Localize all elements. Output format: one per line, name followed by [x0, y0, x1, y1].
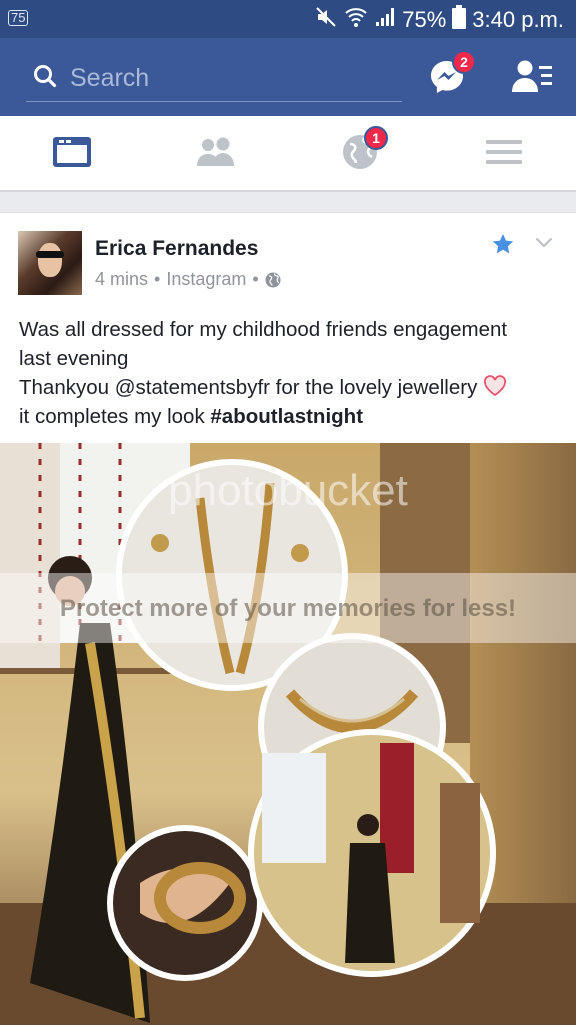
- post-text-line: it completes my look #aboutlastnight: [19, 402, 564, 431]
- heart-icon: [484, 375, 507, 397]
- notifications-badge: 1: [364, 126, 388, 150]
- clock: 3:40 p.m.: [472, 7, 564, 32]
- status-icons: 75% 3:40 p.m.: [314, 5, 564, 35]
- tab-notifications[interactable]: 1: [342, 126, 388, 174]
- post-text-line: last evening: [19, 347, 129, 370]
- photo-collage: photobucket Protect more of your memorie…: [0, 443, 576, 1025]
- star-icon[interactable]: [492, 233, 514, 255]
- meta-separator: •: [154, 269, 161, 289]
- tab-bar: 1: [0, 116, 576, 192]
- post-time[interactable]: 4 mins: [95, 269, 148, 290]
- avatar[interactable]: [18, 231, 82, 295]
- post-text-line: Thankyou @statementsbyfr for the lovely …: [19, 373, 564, 402]
- photobucket-banner: Protect more of your memories for less!: [60, 595, 516, 622]
- carrier-indicator: 75: [8, 10, 29, 26]
- meta-separator: •: [252, 269, 259, 289]
- messenger-button[interactable]: 2: [428, 50, 476, 96]
- post-body: Was all dressed for my childhood friends…: [19, 315, 564, 431]
- feed-post: Erica Fernandes 4 mins • Instagram • Was…: [0, 212, 576, 1025]
- top-bar: Search 2: [0, 38, 576, 116]
- battery-percent: 75%: [402, 7, 447, 32]
- tab-more-menu[interactable]: [486, 134, 522, 174]
- news-feed-icon: [53, 137, 91, 167]
- public-globe-icon: [265, 272, 281, 287]
- tab-news-feed[interactable]: [52, 134, 92, 174]
- post-meta: 4 mins • Instagram •: [95, 269, 281, 290]
- person-list-icon: [512, 60, 552, 92]
- post-photo[interactable]: photobucket Protect more of your memorie…: [0, 443, 576, 1025]
- friends-icon: [197, 137, 234, 166]
- post-text-line: Was all dressed for my childhood friends…: [19, 318, 508, 341]
- hamburger-menu-icon: [486, 140, 522, 164]
- wifi-icon: [344, 5, 368, 35]
- post-source: Instagram: [166, 269, 247, 289]
- post-text-segment: it completes my look: [19, 405, 211, 428]
- search-placeholder: Search: [70, 64, 150, 92]
- friend-list-button[interactable]: [512, 58, 554, 98]
- post-text-segment: Thankyou @statementsbyfr for the lovely …: [19, 376, 478, 399]
- photobucket-watermark: photobucket: [168, 466, 408, 515]
- search-icon: [26, 63, 58, 94]
- tab-friend-requests[interactable]: [196, 134, 236, 174]
- status-bar: 75 75% 3:40 p.m.: [0, 0, 576, 38]
- signal-icon: [374, 6, 396, 34]
- search-input[interactable]: Search: [26, 56, 402, 102]
- avatar-face: [38, 243, 62, 277]
- post-author[interactable]: Erica Fernandes: [95, 237, 258, 261]
- mute-icon: [314, 5, 338, 35]
- battery-icon: [452, 5, 467, 35]
- avatar-sunglasses: [36, 251, 64, 258]
- hashtag-link[interactable]: #aboutlastnight: [210, 405, 363, 428]
- chevron-down-icon[interactable]: [534, 233, 554, 253]
- messenger-badge: 2: [452, 50, 476, 74]
